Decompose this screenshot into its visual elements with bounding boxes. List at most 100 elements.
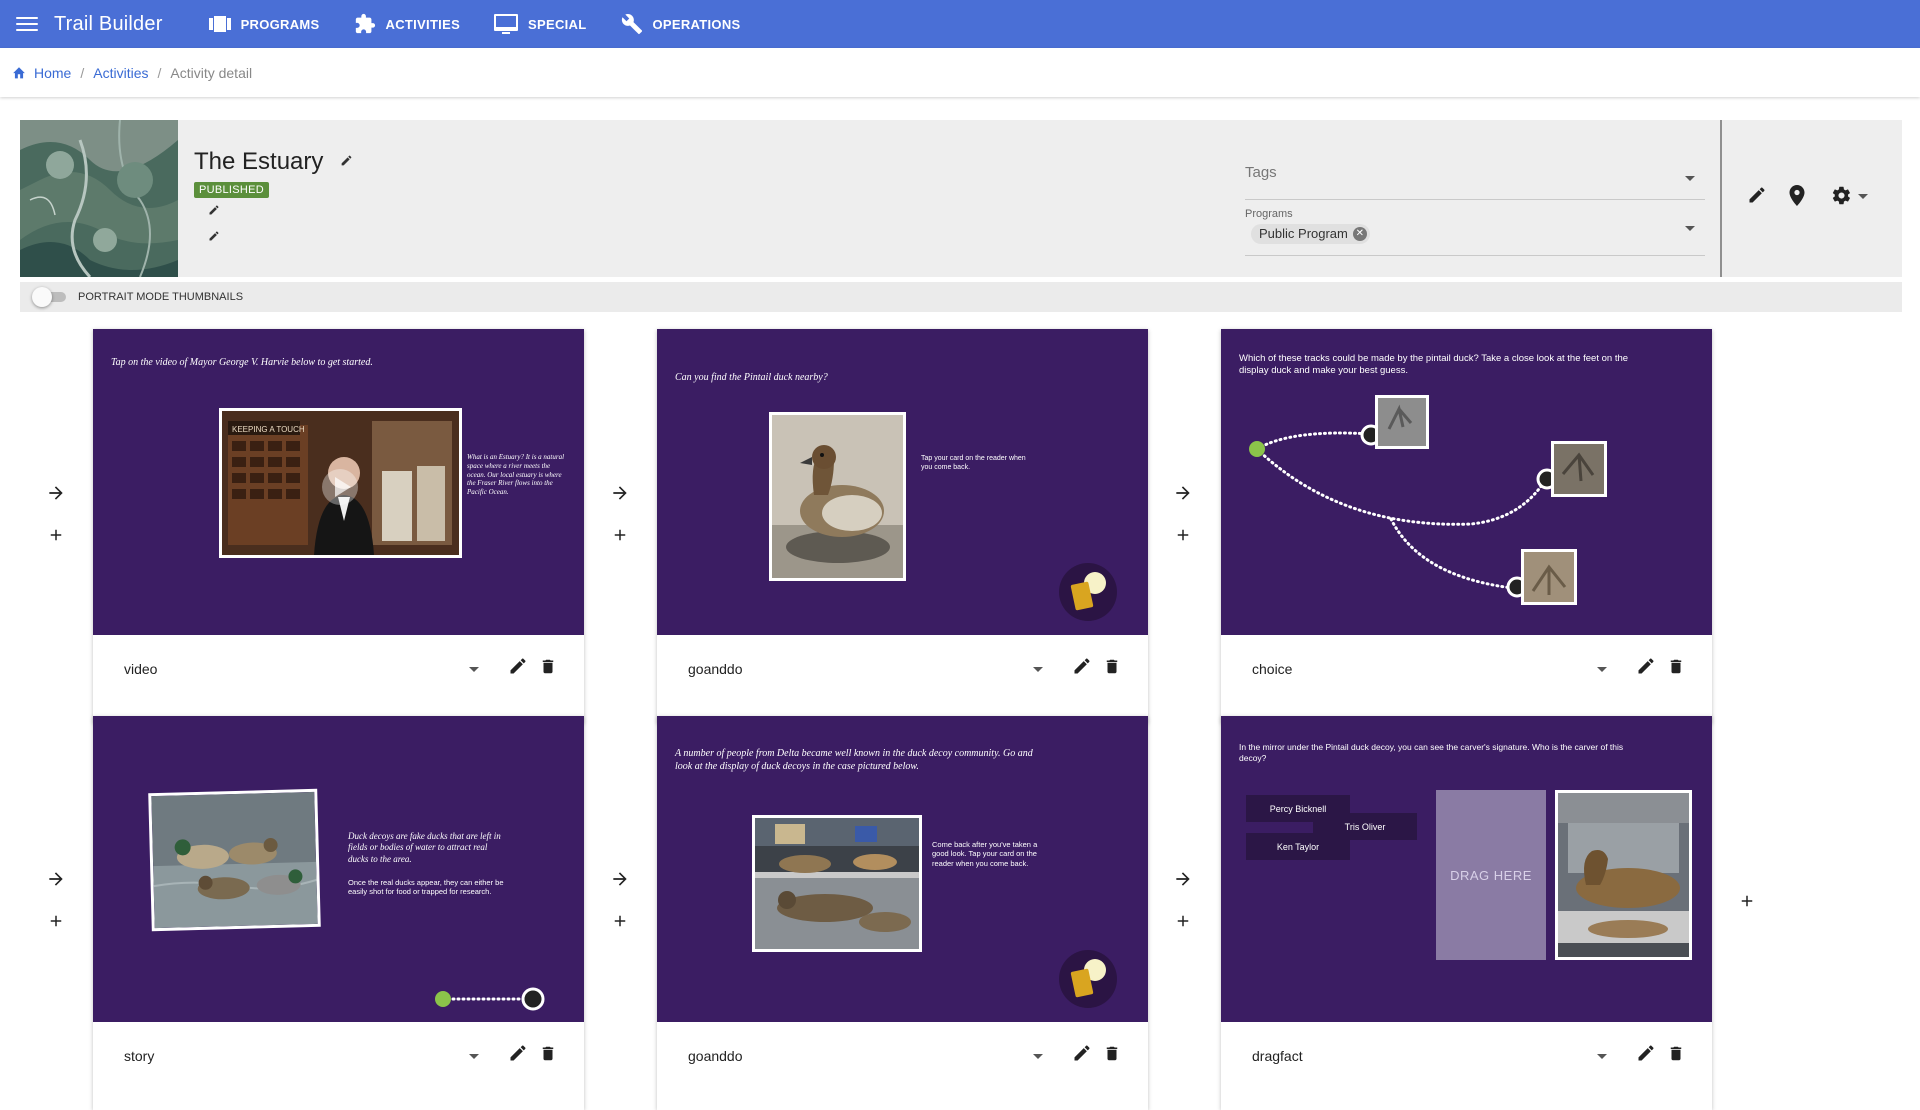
location-pin-icon[interactable] <box>1788 185 1806 206</box>
activity-thumbnail[interactable] <box>20 120 178 277</box>
video-thumbnail[interactable]: KEEPING A TOUCH <box>219 408 462 558</box>
add-icon[interactable] <box>47 526 65 544</box>
add-icon[interactable] <box>611 912 629 930</box>
breadcrumb-separator: / <box>157 64 162 81</box>
breadcrumb-home[interactable]: Home <box>34 65 71 81</box>
settings-chevron-down-icon[interactable] <box>1858 194 1868 199</box>
slide-preview[interactable]: A number of people from Delta became wel… <box>657 716 1148 1022</box>
chevron-down-icon[interactable] <box>469 1054 479 1059</box>
delete-icon[interactable] <box>1103 1044 1121 1063</box>
duck-photo <box>769 412 906 581</box>
drag-option[interactable]: Ken Taylor <box>1246 833 1350 860</box>
card-type: video <box>124 661 158 677</box>
activity-card-dragfact: In the mirror under the Pintail duck dec… <box>1221 716 1712 1110</box>
portrait-mode-label: PORTRAIT MODE THUMBNAILS <box>78 291 244 303</box>
delete-icon[interactable] <box>539 1044 557 1063</box>
activity-card-goanddo: Can you find the Pintail duck nearby? Ta… <box>657 329 1148 723</box>
activity-card-video: Tap on the video of Mayor George V. Harv… <box>93 329 584 723</box>
slide-side-text-2: Once the real ducks appear, they can eit… <box>348 878 504 897</box>
edit-icon[interactable] <box>508 656 528 676</box>
slide-prompt: In the mirror under the Pintail duck dec… <box>1239 742 1624 763</box>
delete-icon[interactable] <box>1667 657 1685 676</box>
breadcrumb-activities[interactable]: Activities <box>93 65 148 81</box>
portrait-mode-toggle-row: PORTRAIT MODE THUMBNAILS <box>20 282 1902 312</box>
card-reader-icon <box>1059 950 1117 1008</box>
slide-side-text: Come back after you've taken a good look… <box>932 840 1038 868</box>
delete-icon[interactable] <box>1667 1044 1685 1063</box>
add-icon[interactable] <box>1174 526 1192 544</box>
arrow-right-icon[interactable] <box>1173 869 1193 889</box>
tags-label: Tags <box>1245 164 1277 181</box>
slide-side-text: Tap your card on the reader when you com… <box>921 455 1026 471</box>
edit-icon[interactable] <box>1636 1043 1656 1063</box>
edit-description-icon[interactable] <box>208 204 220 216</box>
add-card-icon[interactable] <box>1738 892 1756 910</box>
app-title[interactable]: Trail Builder <box>54 13 163 36</box>
delete-icon[interactable] <box>539 657 557 676</box>
edit-icon[interactable] <box>1747 185 1767 205</box>
edit-icon[interactable] <box>1636 656 1656 676</box>
card-type: goanddo <box>688 1048 743 1064</box>
nav-programs-label: PROGRAMS <box>240 16 320 32</box>
breadcrumb-separator: / <box>80 64 85 81</box>
edit-icon[interactable] <box>1072 656 1092 676</box>
close-icon[interactable]: ✕ <box>1352 227 1367 241</box>
menu-icon[interactable] <box>14 14 40 34</box>
slide-preview[interactable]: Can you find the Pintail duck nearby? Ta… <box>657 329 1148 635</box>
programs-label: Programs <box>1245 208 1293 220</box>
gear-icon[interactable] <box>1831 185 1852 206</box>
portrait-mode-switch[interactable] <box>32 287 66 307</box>
nav-operations[interactable]: OPERATIONS <box>609 0 753 48</box>
add-icon[interactable] <box>47 912 65 930</box>
chevron-down-icon[interactable] <box>1033 1054 1043 1059</box>
chevron-down-icon[interactable] <box>1033 667 1043 672</box>
card-type: goanddo <box>688 661 743 677</box>
card-footer: choice <box>1221 635 1712 723</box>
slide-preview[interactable]: Duck decoys are fake ducks that are left… <box>93 716 584 1022</box>
slide-side-text: What is an Estuary? It is a natural spac… <box>467 453 565 496</box>
nav-programs[interactable]: PROGRAMS <box>197 0 332 48</box>
arrow-right-icon[interactable] <box>610 483 630 503</box>
arrow-right-icon[interactable] <box>46 869 66 889</box>
chevron-down-icon[interactable] <box>1685 176 1695 181</box>
chevron-down-icon[interactable] <box>1685 226 1695 231</box>
tags-select[interactable]: Tags <box>1245 158 1705 200</box>
slide-preview[interactable]: In the mirror under the Pintail duck dec… <box>1221 716 1712 1022</box>
nav-activities-label: ACTIVITIES <box>385 16 461 32</box>
chevron-down-icon[interactable] <box>469 667 479 672</box>
arrow-right-icon[interactable] <box>1173 483 1193 503</box>
activity-card-goanddo-2: A number of people from Delta became wel… <box>657 716 1148 1110</box>
chevron-down-icon[interactable] <box>1597 1054 1607 1059</box>
add-icon[interactable] <box>1174 912 1192 930</box>
program-chip[interactable]: Public Program ✕ <box>1251 224 1370 244</box>
programs-select[interactable]: Programs Public Program ✕ <box>1245 204 1705 256</box>
card-type: dragfact <box>1252 1048 1303 1064</box>
choice-path-graphic <box>1249 395 1607 605</box>
program-chip-label: Public Program <box>1259 226 1348 241</box>
arrow-right-icon[interactable] <box>610 869 630 889</box>
home-icon[interactable] <box>12 66 26 79</box>
activity-card-choice: Which of these tracks could be made by t… <box>1221 329 1712 723</box>
edit-icon[interactable] <box>508 1043 528 1063</box>
nav-operations-label: OPERATIONS <box>652 16 741 32</box>
title-edit-icon[interactable] <box>340 154 353 167</box>
activity-header: The Estuary PUBLISHED Tags Programs Publ… <box>20 120 1902 277</box>
card-type: choice <box>1252 661 1293 677</box>
nav-special[interactable]: SPECIAL <box>482 0 598 48</box>
delete-icon[interactable] <box>1103 657 1121 676</box>
slide-preview[interactable]: Which of these tracks could be made by t… <box>1221 329 1712 635</box>
chevron-down-icon[interactable] <box>1597 667 1607 672</box>
drop-zone[interactable]: DRAG HERE <box>1436 790 1546 960</box>
edit-icon[interactable] <box>1072 1043 1092 1063</box>
activity-title: The Estuary <box>194 148 324 175</box>
card-footer: video <box>93 635 584 723</box>
wrench-icon <box>621 14 642 35</box>
add-icon[interactable] <box>611 526 629 544</box>
slide-prompt: Can you find the Pintail duck nearby? <box>675 372 828 383</box>
slide-preview[interactable]: Tap on the video of Mayor George V. Harv… <box>93 329 584 635</box>
nav-activities[interactable]: ACTIVITIES <box>342 0 473 48</box>
card-footer: story <box>93 1022 584 1110</box>
arrow-right-icon[interactable] <box>46 483 66 503</box>
decoy-signature-photo <box>1555 790 1692 960</box>
edit-subtitle-icon[interactable] <box>208 230 220 242</box>
